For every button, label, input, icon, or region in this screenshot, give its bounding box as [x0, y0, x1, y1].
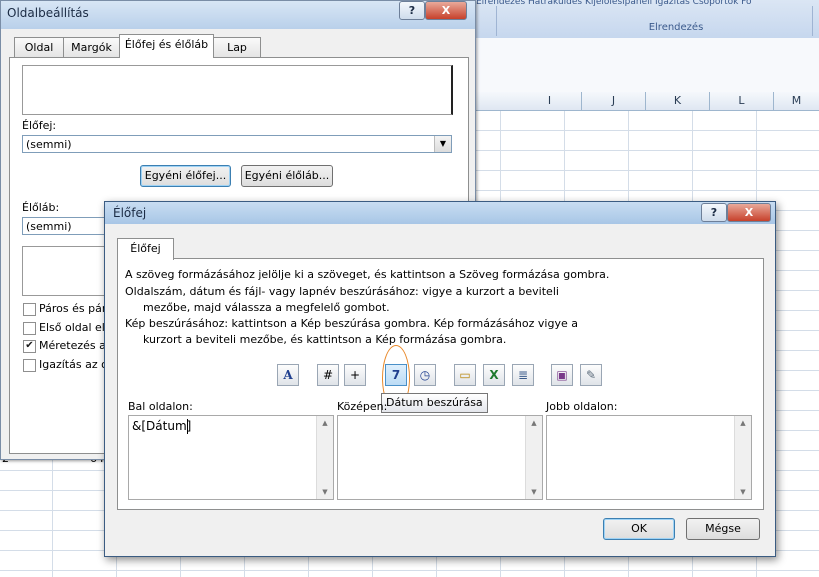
checkmark-icon: ✔ — [25, 340, 34, 351]
scroll-up-icon: ▲ — [531, 419, 537, 427]
header-preview — [22, 65, 453, 115]
column-header-i[interactable]: I — [518, 92, 582, 110]
insert-number-of-pages-button[interactable]: + — [344, 364, 366, 386]
help-icon: ? — [408, 4, 416, 17]
insert-file-path-icon: ▭ — [459, 368, 471, 382]
chevron-down-icon: ▼ — [434, 136, 451, 152]
footer-preview — [22, 246, 114, 296]
right-section-label: Jobb oldalon: — [546, 400, 618, 413]
help-button[interactable]: ? — [399, 1, 425, 20]
page-setup-titlebar[interactable]: Oldalbeállítás ? X — [1, 1, 475, 29]
page-setup-title: Oldalbeállítás — [7, 6, 89, 20]
ribbon-group-label: Elrendezés — [648, 22, 704, 33]
center-section-label: Középen: — [337, 400, 388, 413]
ribbon-separator — [496, 6, 497, 36]
scroll-down-icon: ▼ — [740, 488, 746, 496]
instruction-line: Kép beszúrásához: kattintson a Kép beszú… — [125, 317, 578, 330]
insert-picture-button[interactable]: ▣ — [551, 364, 573, 386]
header-dialog-titlebar[interactable]: Élőfej ? X — [105, 202, 775, 224]
header-select[interactable]: (semmi) ▼ — [22, 135, 452, 153]
ribbon: Elrendezés Hatrakuldés Kijelolesipaneli … — [476, 0, 819, 39]
help-button[interactable]: ? — [701, 203, 727, 222]
left-section-scrollbar[interactable]: ▲ ▼ — [316, 416, 333, 499]
tab-header-footer[interactable]: Élőfej és élőláb — [119, 34, 214, 58]
tab-margins[interactable]: Margók — [63, 37, 120, 58]
format-picture-button[interactable]: ✎ — [580, 364, 602, 386]
help-icon: ? — [710, 206, 718, 219]
first-page-checkbox[interactable] — [23, 322, 36, 335]
odd-even-label: Páros és pára — [39, 302, 114, 315]
tab-header[interactable]: Élőfej — [117, 238, 174, 260]
insert-date-tooltip: Dátum beszúrása — [381, 393, 488, 413]
insert-file-name-icon: X — [489, 368, 499, 382]
insert-time-icon: ◷ — [419, 368, 431, 382]
cancel-button[interactable]: Mégse — [686, 518, 760, 540]
scale-with-document-checkbox[interactable]: ✔ — [23, 340, 36, 353]
insert-page-number-icon: # — [322, 368, 334, 382]
odd-even-checkbox[interactable] — [23, 303, 36, 316]
header-select-value: (semmi) — [26, 138, 72, 151]
left-section-label: Bal oldalon: — [128, 400, 193, 413]
instruction-line: kurzort a beviteli mezőbe, és kattintson… — [143, 333, 507, 346]
insert-sheet-name-button[interactable]: ≣ — [512, 364, 534, 386]
insert-time-button[interactable]: ◷ — [414, 364, 436, 386]
close-icon: X — [744, 206, 754, 219]
format-text-button[interactable]: A — [277, 364, 299, 386]
center-section-scrollbar[interactable]: ▲ ▼ — [525, 416, 542, 499]
footer-select[interactable]: (semmi) — [22, 217, 112, 235]
column-header-l[interactable]: L — [710, 92, 774, 110]
instruction-line: mezőbe, majd válassza a megfelelő gombot… — [143, 301, 390, 314]
close-button[interactable]: X — [425, 1, 467, 20]
insert-page-number-button[interactable]: # — [317, 364, 339, 386]
left-section-value: &[Dátum] — [132, 419, 192, 433]
insert-file-name-button[interactable]: X — [483, 364, 505, 386]
scroll-down-icon: ▼ — [322, 488, 328, 496]
column-headers: I J K L M — [476, 92, 819, 111]
column-header-j[interactable]: J — [582, 92, 646, 110]
right-section-scrollbar[interactable]: ▲ ▼ — [734, 416, 751, 499]
custom-footer-button[interactable]: Egyéni élőláb... — [241, 165, 333, 187]
custom-header-button[interactable]: Egyéni élőfej... — [140, 165, 231, 187]
header-label: Élőfej: — [22, 119, 57, 132]
column-header-m[interactable]: M — [774, 92, 819, 110]
header-dialog-title: Élőfej — [113, 206, 147, 220]
footer-select-value: (semmi) — [26, 220, 72, 233]
footer-label: Élőláb: — [22, 201, 60, 214]
right-section-textarea[interactable]: ▲ ▼ — [546, 415, 752, 500]
close-icon: X — [441, 4, 451, 17]
ok-button[interactable]: OK — [603, 518, 675, 540]
column-header-k[interactable]: K — [646, 92, 710, 110]
center-section-textarea[interactable]: ▲ ▼ — [337, 415, 543, 500]
close-button[interactable]: X — [727, 203, 771, 222]
insert-file-path-button[interactable]: ▭ — [454, 364, 476, 386]
header-dialog: Élőfej ? X Élőfej — [104, 201, 776, 557]
ribbon-separator — [812, 6, 813, 36]
instruction-line: Oldalszám, dátum és fájl- vagy lapnév be… — [125, 285, 559, 298]
format-picture-icon: ✎ — [585, 368, 597, 382]
tab-sheet[interactable]: Lap — [213, 37, 261, 58]
scroll-up-icon: ▲ — [322, 419, 328, 427]
align-margins-checkbox[interactable] — [23, 359, 36, 372]
scroll-up-icon: ▲ — [740, 419, 746, 427]
insert-number-of-pages-icon: + — [349, 368, 361, 382]
left-section-textarea[interactable]: &[Dátum] ▲ ▼ — [128, 415, 334, 500]
text-cursor — [187, 419, 188, 434]
instruction-line: A szöveg formázásához jelölje ki a szöve… — [125, 268, 610, 281]
format-text-icon: A — [283, 368, 293, 382]
insert-sheet-name-icon: ≣ — [517, 368, 529, 382]
ribbon-commands[interactable]: Elrendezés Hatrakuldés Kijelolesipaneli … — [476, 0, 819, 7]
sheet-area-top — [476, 38, 819, 92]
scroll-down-icon: ▼ — [531, 488, 537, 496]
insert-picture-icon: ▣ — [556, 368, 568, 382]
tab-page[interactable]: Oldal — [14, 37, 64, 58]
